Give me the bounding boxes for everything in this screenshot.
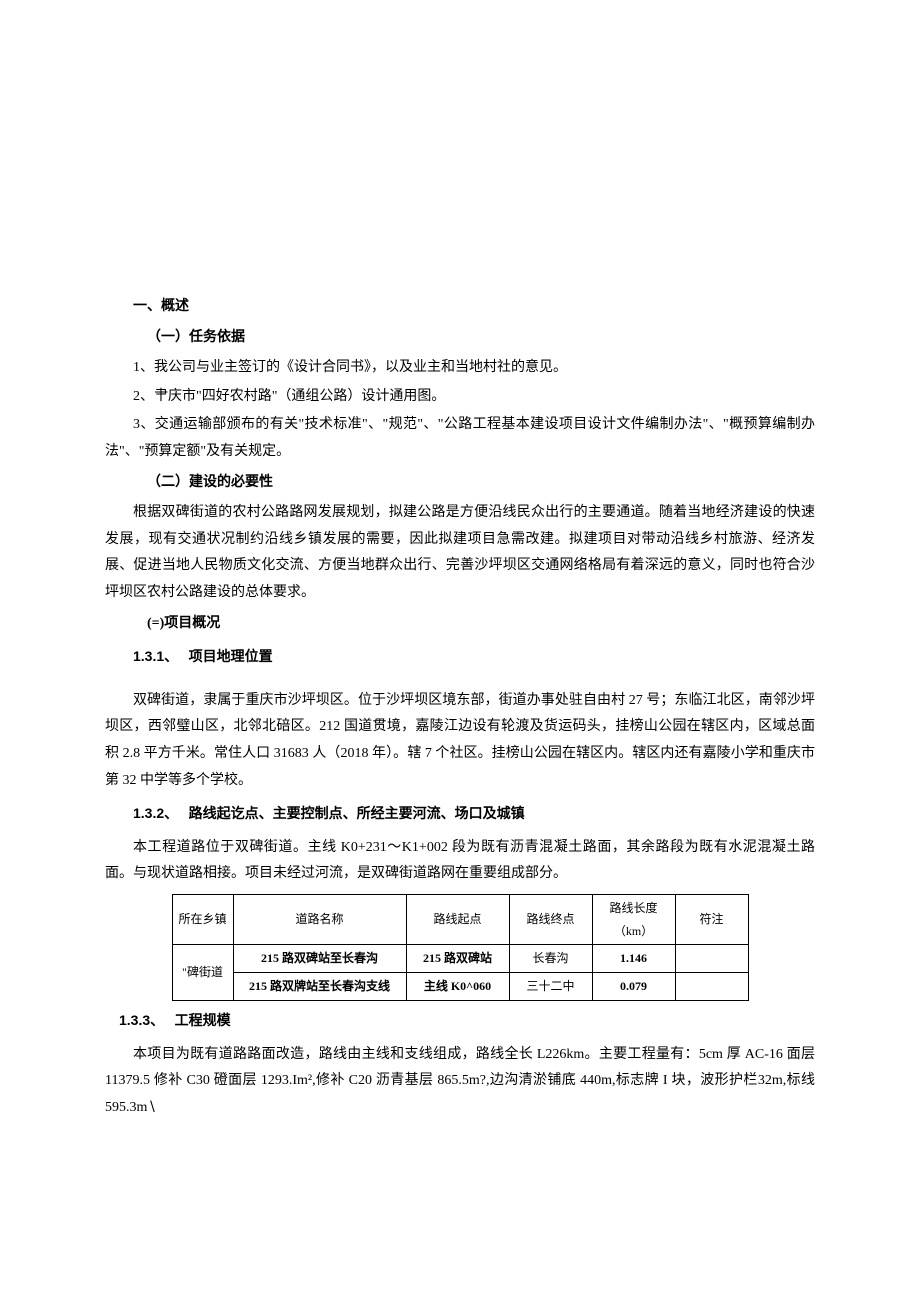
section-number: 1.3.1、 bbox=[133, 648, 178, 664]
th-name: 道路名称 bbox=[233, 894, 406, 945]
task-item-2: 2、肀庆市"四好农村路"（通组公路）设计通用图。 bbox=[105, 384, 815, 411]
cell-town: "碑街道 bbox=[172, 945, 233, 1001]
th-start: 路线起点 bbox=[406, 894, 509, 945]
th-length: 路线长度（km） bbox=[592, 894, 675, 945]
section-number: 1.3.3、 bbox=[119, 1012, 164, 1028]
th-town: 所在乡镇 bbox=[172, 894, 233, 945]
heading-task-basis: （一）任务依据 bbox=[105, 325, 815, 352]
th-end: 路线终点 bbox=[509, 894, 592, 945]
cell-end: 三十二中 bbox=[509, 973, 592, 1001]
heading-overview: 一、概述 bbox=[105, 294, 815, 321]
body-132: 本工程道路位于双碑街道。主线 K0+231～K1+002 段为既有沥青混凝土路面… bbox=[105, 835, 815, 888]
cell-start: 主线 K0^060 bbox=[406, 973, 509, 1001]
heading-132: 1.3.2、 路线起讫点、主要控制点、所经主要河流、场口及城镇 bbox=[105, 800, 815, 829]
cell-name: 215 路双牌站至长春沟支线 bbox=[233, 973, 406, 1001]
cell-note bbox=[675, 973, 748, 1001]
body-131: 双碑街道，隶属于重庆市沙坪坝区。位于沙坪坝区境东部，街道办事处驻自由村 27 号… bbox=[105, 688, 815, 794]
heading-necessity: （二）建设的必要性 bbox=[105, 470, 815, 497]
task-item-3: 3、交通运输部颁布的有关"技术标准"、"规范"、"公路工程基本建设项目设计文件编… bbox=[105, 412, 815, 465]
table-header-row: 所在乡镇 道路名称 路线起点 路线终点 路线长度（km） 符注 bbox=[172, 894, 748, 945]
section-title: 工程规模 bbox=[175, 1014, 231, 1029]
section-number: 1.3.2、 bbox=[133, 805, 178, 821]
body-133: 本项目为既有道路路面改造，路线由主线和支线组成，路线全长 L226km。主要工程… bbox=[105, 1042, 815, 1122]
th-note: 符注 bbox=[675, 894, 748, 945]
section-title: 项目地理位置 bbox=[189, 650, 273, 665]
cell-note bbox=[675, 945, 748, 973]
document-page: 一、概述 （一）任务依据 1、我公司与业主签订的《设计合同书》，以及业主和当地村… bbox=[0, 0, 920, 1301]
cell-start: 215 路双碑站 bbox=[406, 945, 509, 973]
heading-project-overview: (=)项目概况 bbox=[105, 611, 815, 638]
route-table: 所在乡镇 道路名称 路线起点 路线终点 路线长度（km） 符注 "碑街道 215… bbox=[172, 894, 749, 1001]
necessity-body: 根据双碑街道的农村公路路网发展规划，拟建公路是方便沿线民众出行的主要通道。随着当… bbox=[105, 500, 815, 606]
section-title: 路线起讫点、主要控制点、所经主要河流、场口及城镇 bbox=[189, 807, 525, 822]
cell-end: 长春沟 bbox=[509, 945, 592, 973]
table-row: 215 路双牌站至长春沟支线 主线 K0^060 三十二中 0.079 bbox=[172, 973, 748, 1001]
heading-131: 1.3.1、 项目地理位置 bbox=[105, 643, 815, 672]
cell-length: 1.146 bbox=[592, 945, 675, 973]
cell-length: 0.079 bbox=[592, 973, 675, 1001]
task-item-1: 1、我公司与业主签订的《设计合同书》，以及业主和当地村社的意见。 bbox=[105, 355, 815, 382]
cell-name: 215 路双碑站至长春沟 bbox=[233, 945, 406, 973]
heading-133: 1.3.3、 工程规模 bbox=[105, 1007, 815, 1036]
table-row: "碑街道 215 路双碑站至长春沟 215 路双碑站 长春沟 1.146 bbox=[172, 945, 748, 973]
